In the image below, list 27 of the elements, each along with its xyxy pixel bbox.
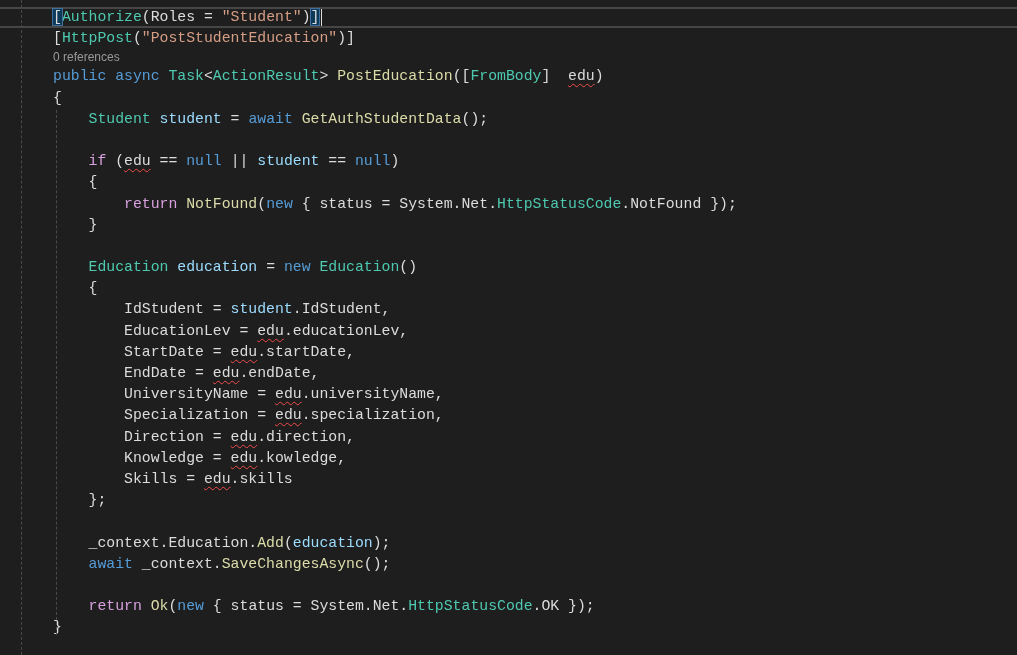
code-line: return Ok(new { status = System.Net.HttpStatusCode.OK });	[87, 597, 595, 617]
code-line: Direction = edu.direction,	[123, 427, 355, 447]
code-line: }	[53, 618, 62, 638]
code-line: {	[87, 279, 98, 299]
code-line: if (edu == null || student == null)	[87, 152, 400, 172]
code-line: UniversityName = edu.universityName,	[123, 385, 444, 405]
code-line: Education education = new Education()	[87, 258, 418, 278]
code-line: [Authorize(Roles = "Student")]	[53, 8, 320, 27]
code-line: return NotFound(new { status = System.Net.HttpStatusCode.NotFound });	[123, 194, 737, 214]
code-line: await _context.SaveChangesAsync();	[87, 554, 391, 574]
code-line: {	[87, 173, 98, 193]
code-editor[interactable]	[0, 0, 1017, 655]
code-line: StartDate = edu.startDate,	[123, 342, 355, 362]
code-line: Knowledge = edu.kowledge,	[123, 448, 347, 468]
code-line: [HttpPost("PostStudentEducation")]	[53, 29, 355, 49]
code-line: EndDate = edu.endDate,	[123, 364, 320, 383]
code-line: {	[53, 88, 62, 108]
code-line: public async Task<ActionResult> PostEducation([FromBody] edu)	[53, 67, 604, 87]
code-line: _context.Education.Add(education);	[87, 533, 391, 553]
code-line: }	[87, 215, 98, 235]
code-line: Skills = edu.skills	[123, 469, 293, 489]
code-line: IdStudent = student.IdStudent,	[123, 300, 391, 320]
code-line: Student student = await GetAuthStudentData();	[87, 109, 489, 129]
code-line: EducationLev = edu.educationLev,	[123, 321, 409, 341]
code-line: Specialization = edu.specialization,	[123, 406, 444, 426]
code-line: };	[87, 491, 107, 511]
references-link[interactable]: 0 references	[53, 49, 120, 67]
